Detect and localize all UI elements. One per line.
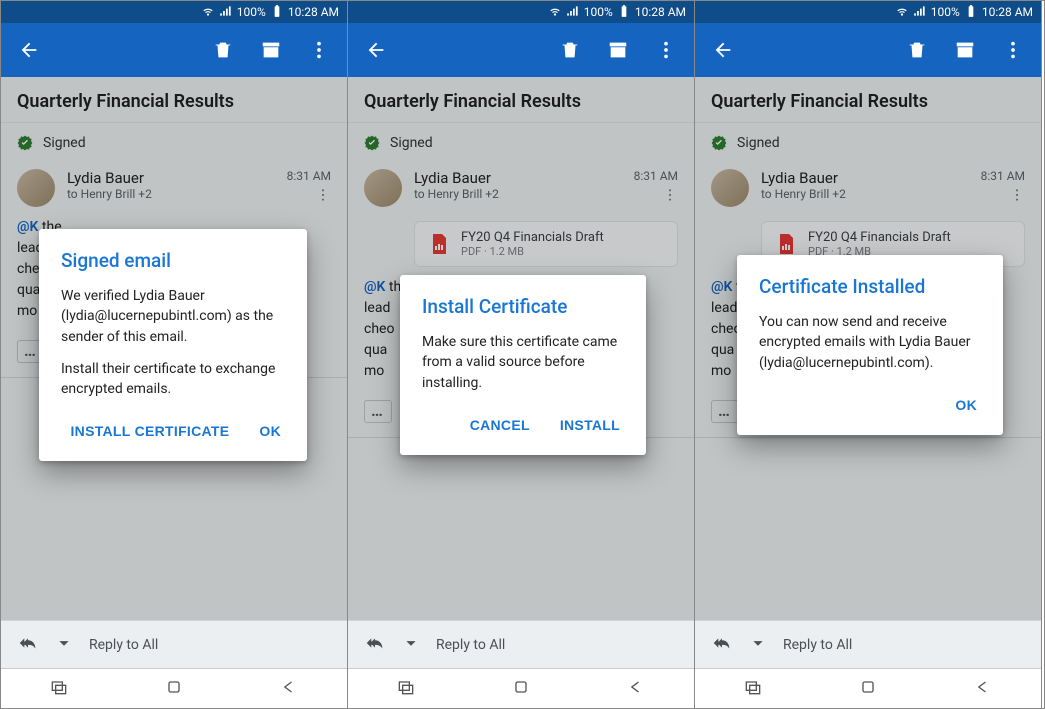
battery-icon xyxy=(617,4,631,21)
reply-label: Reply to All xyxy=(783,637,852,653)
dialog-actions: OK xyxy=(759,385,981,425)
status-bar: 100% 10:28 AM xyxy=(348,1,694,23)
dialog-body-1: Make sure this certificate came from a v… xyxy=(422,332,624,393)
nav-recent-icon[interactable] xyxy=(49,677,69,701)
wifi-icon xyxy=(201,4,215,21)
reply-all-icon xyxy=(711,632,733,658)
battery-pct: 100% xyxy=(584,5,613,19)
dropdown-icon[interactable] xyxy=(747,632,769,658)
app-bar xyxy=(1,23,347,77)
nav-back-icon[interactable] xyxy=(626,677,646,701)
nav-recent-icon[interactable] xyxy=(396,677,416,701)
dialog-action-0[interactable]: CANCEL xyxy=(466,411,534,439)
android-navbar xyxy=(1,668,347,708)
dialog: Certificate Installed You can now send a… xyxy=(737,255,1003,435)
reply-bar[interactable]: Reply to All xyxy=(695,620,1041,668)
android-navbar xyxy=(348,668,694,708)
archive-button[interactable] xyxy=(253,32,289,68)
reply-bar[interactable]: Reply to All xyxy=(1,620,347,668)
battery-icon xyxy=(964,4,978,21)
dialog-body-1: We verified Lydia Bauer (lydia@lucernepu… xyxy=(61,286,285,347)
dialog-action-1[interactable]: OK xyxy=(255,417,285,445)
dialog-action-1[interactable]: INSTALL xyxy=(556,411,624,439)
status-bar: 100% 10:28 AM xyxy=(1,1,347,23)
nav-recent-icon[interactable] xyxy=(743,677,763,701)
dialog-action-0[interactable]: INSTALL CERTIFICATE xyxy=(66,417,233,445)
dialog-title: Install Certificate xyxy=(422,295,624,318)
nav-back-icon[interactable] xyxy=(973,677,993,701)
dialog-body-1: You can now send and receive encrypted e… xyxy=(759,312,981,373)
clock: 10:28 AM xyxy=(288,5,339,19)
signal-icon xyxy=(219,4,233,21)
battery-pct: 100% xyxy=(931,5,960,19)
status-bar: 100% 10:28 AM xyxy=(695,1,1041,23)
delete-button[interactable] xyxy=(552,32,588,68)
reply-label: Reply to All xyxy=(436,637,505,653)
wifi-icon xyxy=(895,4,909,21)
clock: 10:28 AM xyxy=(982,5,1033,19)
nav-home-icon[interactable] xyxy=(164,677,184,701)
dialog-body-2: Install their certificate to exchange en… xyxy=(61,359,285,400)
clock: 10:28 AM xyxy=(635,5,686,19)
reply-bar[interactable]: Reply to All xyxy=(348,620,694,668)
nav-home-icon[interactable] xyxy=(858,677,878,701)
dialog: Install Certificate Make sure this certi… xyxy=(400,275,646,455)
dropdown-icon[interactable] xyxy=(53,632,75,658)
dialog-actions: CANCEL INSTALL xyxy=(422,405,624,445)
back-button[interactable] xyxy=(705,32,741,68)
signal-icon xyxy=(913,4,927,21)
nav-back-icon[interactable] xyxy=(279,677,299,701)
nav-home-icon[interactable] xyxy=(511,677,531,701)
phone-panel-1: 100% 10:28 AM Quarterly Financial Result… xyxy=(1,1,348,708)
archive-button[interactable] xyxy=(600,32,636,68)
back-button[interactable] xyxy=(358,32,394,68)
delete-button[interactable] xyxy=(205,32,241,68)
app-bar xyxy=(695,23,1041,77)
reply-label: Reply to All xyxy=(89,637,158,653)
android-navbar xyxy=(695,668,1041,708)
phone-panel-2: 100% 10:28 AM Quarterly Financial Result… xyxy=(348,1,695,708)
overflow-button[interactable] xyxy=(995,32,1031,68)
signal-icon xyxy=(566,4,580,21)
battery-icon xyxy=(270,4,284,21)
reply-all-icon xyxy=(17,632,39,658)
overflow-button[interactable] xyxy=(301,32,337,68)
dialog: Signed email We verified Lydia Bauer (ly… xyxy=(39,229,307,461)
back-button[interactable] xyxy=(11,32,47,68)
reply-all-icon xyxy=(364,632,386,658)
dialog-title: Certificate Installed xyxy=(759,275,981,298)
dialog-actions: INSTALL CERTIFICATE OK xyxy=(61,411,285,451)
app-bar xyxy=(348,23,694,77)
delete-button[interactable] xyxy=(899,32,935,68)
overflow-button[interactable] xyxy=(648,32,684,68)
dialog-action-0[interactable]: OK xyxy=(951,391,981,419)
battery-pct: 100% xyxy=(237,5,266,19)
dialog-title: Signed email xyxy=(61,249,285,272)
archive-button[interactable] xyxy=(947,32,983,68)
wifi-icon xyxy=(548,4,562,21)
dropdown-icon[interactable] xyxy=(400,632,422,658)
phone-panel-3: 100% 10:28 AM Quarterly Financial Result… xyxy=(695,1,1042,708)
